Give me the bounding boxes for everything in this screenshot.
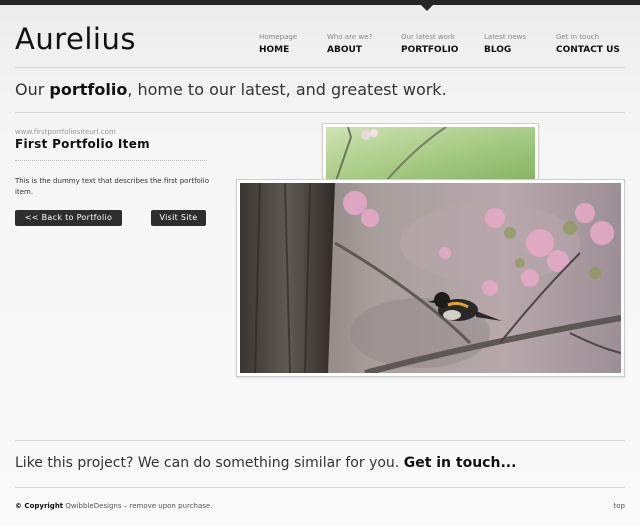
bird-on-branch-image [240, 183, 621, 373]
nav-item-blog[interactable]: Latest news BLOG [484, 33, 526, 56]
portfolio-thumbnail-back[interactable] [322, 123, 539, 185]
title-divider [15, 160, 207, 161]
tagline-pre: Our [15, 80, 50, 99]
get-in-touch-link[interactable]: Get in touch... [404, 455, 517, 471]
copyright-text: QwibbleDesigns – remove upon purchase. [63, 502, 213, 510]
nav-sub-label: Who are we? [327, 33, 373, 41]
nav-label: CONTACT US [556, 45, 620, 55]
nav-item-portfolio[interactable]: Our latest work PORTFOLIO [401, 33, 458, 56]
visit-site-button[interactable]: Visit Site [151, 210, 206, 226]
nav-label: HOME [259, 45, 290, 55]
copyright-label: © Copyright [15, 502, 64, 510]
item-title: First Portfolio Item [15, 137, 150, 151]
nav-sub-label: Latest news [484, 33, 526, 41]
cta-line: Like this project? We can do something s… [15, 455, 516, 471]
cta-text: Like this project? We can do something s… [15, 455, 404, 471]
back-to-top-link[interactable]: top [614, 502, 625, 510]
tagline-divider [15, 112, 625, 113]
nav-sub-label: Get in touch [556, 33, 600, 41]
thumbnail-image [326, 127, 535, 181]
nav-sub-label: Homepage [259, 33, 298, 41]
item-url[interactable]: www.firstportfoliositeurl.com [15, 128, 116, 136]
nav-item-home[interactable]: Homepage HOME [259, 33, 297, 56]
back-to-portfolio-button[interactable]: << Back to Portfolio [15, 210, 122, 226]
nav-item-contact[interactable]: Get in touch CONTACT US [556, 33, 620, 56]
cta-divider-top [15, 440, 625, 441]
cta-divider-bottom [15, 487, 625, 488]
portfolio-main-photo[interactable] [236, 179, 625, 377]
tagline-bold: portfolio [49, 80, 128, 99]
nav-label: PORTFOLIO [401, 45, 459, 55]
item-description: This is the dummy text that describes th… [15, 177, 210, 196]
top-bar [0, 0, 640, 5]
nav-label: ABOUT [327, 45, 362, 55]
main-nav: Homepage HOME Who are we? ABOUT Our late… [0, 33, 640, 59]
page-tagline: Our portfolio, home to our latest, and g… [15, 80, 447, 99]
footer-copyright: © Copyright QwibbleDesigns – remove upon… [15, 502, 212, 510]
nav-sub-label: Our latest work [401, 33, 455, 41]
nav-item-about[interactable]: Who are we? ABOUT [327, 33, 372, 56]
nav-label: BLOG [484, 45, 512, 55]
header-divider [15, 67, 625, 68]
active-nav-indicator [421, 5, 433, 11]
tagline-post: , home to our latest, and greatest work. [127, 80, 447, 99]
